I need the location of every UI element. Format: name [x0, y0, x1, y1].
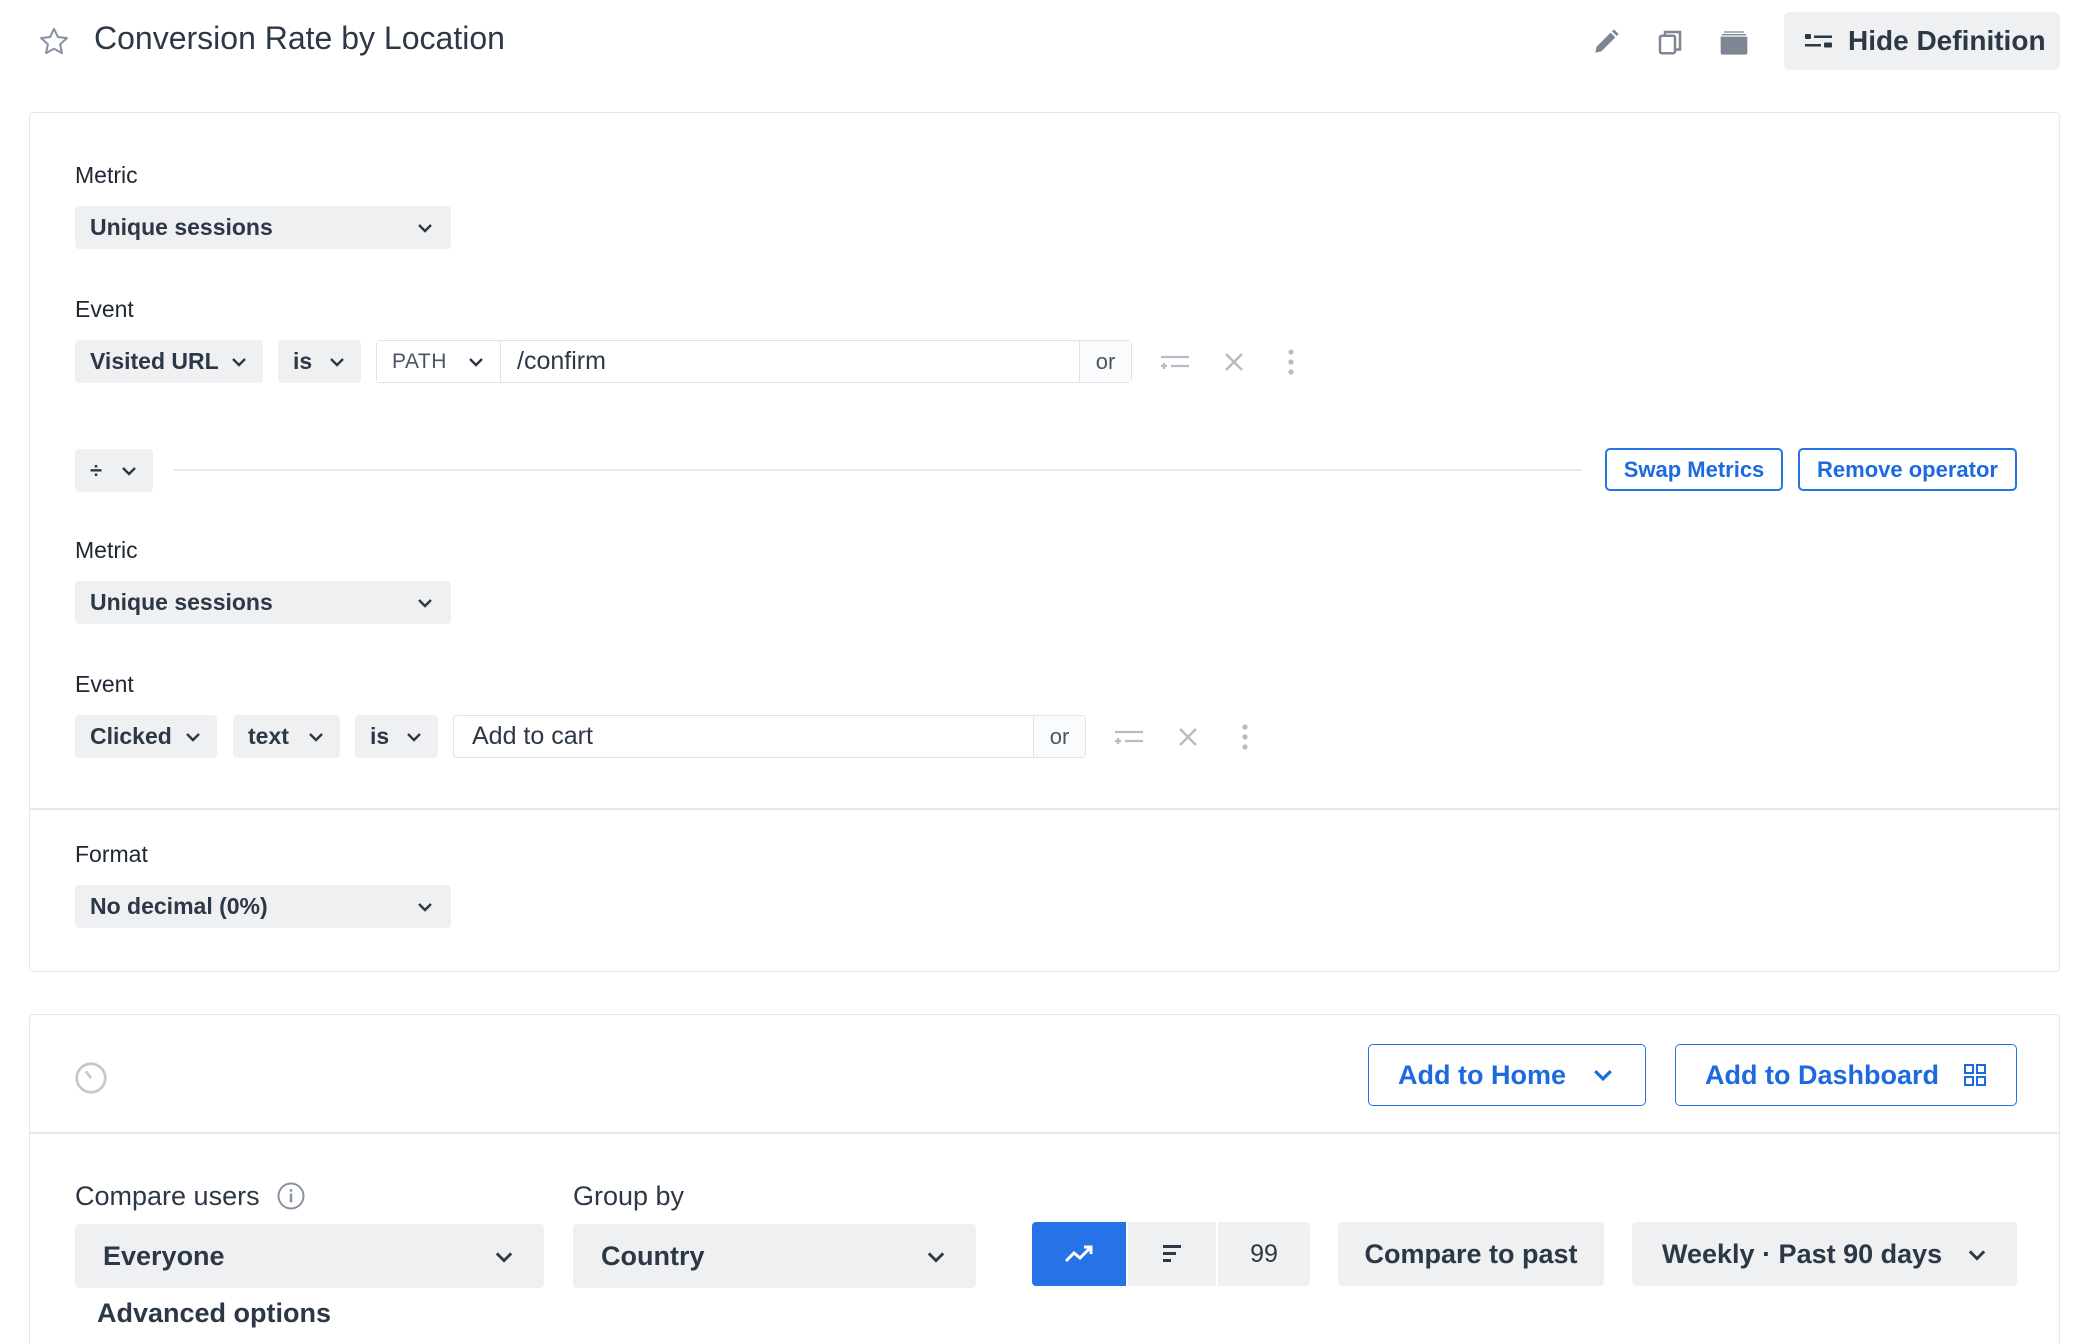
refine-icon[interactable]	[1111, 719, 1147, 755]
more-vertical-icon[interactable]	[1227, 719, 1263, 755]
url-condition-input-group: PATH /confirm or	[376, 340, 1132, 383]
line-chart-icon	[1064, 1245, 1093, 1263]
time-range-value: Weekly · Past 90 days	[1662, 1238, 1943, 1269]
clock-icon[interactable]	[73, 1060, 109, 1096]
refine-icon[interactable]	[1157, 344, 1193, 380]
chevron-down-icon	[407, 733, 421, 742]
attribute-value: text	[248, 723, 289, 749]
compare-users-select[interactable]: Everyone	[75, 1224, 544, 1288]
chevron-down-icon	[469, 358, 483, 367]
compare-users-label: Compare users	[75, 1181, 260, 1211]
group-by-value: Country	[601, 1240, 705, 1271]
format-label: Format	[75, 841, 148, 867]
url-value-input[interactable]: /confirm	[501, 341, 1079, 382]
pencil-icon[interactable]	[1586, 22, 1626, 62]
chevron-down-icon	[495, 1252, 513, 1263]
event-label: Event	[75, 296, 134, 322]
bar-chart-toggle[interactable]	[1128, 1222, 1216, 1286]
remove-operator-button[interactable]: Remove operator	[1798, 448, 2017, 491]
close-icon[interactable]	[1216, 344, 1252, 380]
chevron-down-icon	[1968, 1250, 1986, 1261]
compare-users-value: Everyone	[103, 1240, 225, 1271]
advanced-options-link[interactable]: Advanced options	[97, 1298, 331, 1329]
bar-chart-icon	[1163, 1245, 1181, 1262]
metric-value: Unique sessions	[90, 589, 273, 615]
chevron-down-icon	[122, 467, 136, 476]
metric-value: Unique sessions	[90, 214, 273, 240]
text-value-input[interactable]: Add to cart	[454, 716, 1033, 757]
compare-to-past-button[interactable]: Compare to past	[1338, 1222, 1604, 1286]
info-icon[interactable]	[276, 1181, 306, 1211]
numerator-metric-select[interactable]: Unique sessions	[75, 206, 451, 249]
denominator-metric-select[interactable]: Unique sessions	[75, 581, 451, 624]
operator-divider	[174, 469, 1582, 471]
group-by-select[interactable]: Country	[573, 1224, 976, 1288]
event-type-select[interactable]: Clicked	[75, 715, 217, 758]
chevron-down-icon	[186, 733, 200, 742]
group-by-label: Group by	[573, 1181, 685, 1211]
math-operator-value: ÷	[90, 457, 103, 483]
url-part-value: PATH	[392, 349, 447, 373]
swap-metrics-button[interactable]: Swap Metrics	[1605, 448, 1783, 491]
math-operator-select[interactable]: ÷	[75, 449, 153, 492]
line-chart-toggle[interactable]	[1032, 1222, 1126, 1286]
metric-label: Metric	[75, 162, 138, 188]
chevron-down-icon	[232, 358, 246, 367]
add-to-home-button[interactable]: Add to Home	[1368, 1044, 1646, 1106]
folder-icon[interactable]	[1714, 22, 1754, 62]
event-type-value: Visited URL	[90, 348, 219, 374]
page-title: Conversion Rate by Location	[94, 20, 505, 56]
chevron-down-icon	[418, 903, 432, 912]
or-button[interactable]: or	[1033, 716, 1085, 757]
url-part-select[interactable]: PATH	[377, 341, 501, 382]
add-to-dashboard-button[interactable]: Add to Dashboard	[1675, 1044, 2017, 1106]
chevron-down-icon	[418, 224, 432, 233]
event-type-value: Clicked	[90, 723, 172, 749]
more-vertical-icon[interactable]	[1273, 344, 1309, 380]
format-select[interactable]: No decimal (0%)	[75, 885, 451, 928]
copy-icon[interactable]	[1650, 22, 1690, 62]
attribute-select[interactable]: text	[233, 715, 340, 758]
operator-value: is	[370, 723, 390, 749]
text-condition-input-group: Add to cart or	[453, 715, 1086, 758]
dashboard-grid-icon	[1964, 1064, 1986, 1086]
operator-select[interactable]: is	[355, 715, 438, 758]
or-button[interactable]: or	[1079, 341, 1131, 382]
add-to-home-label: Add to Home	[1398, 1059, 1566, 1090]
hide-definition-label: Hide Definition	[1848, 25, 2046, 56]
metric-label: Metric	[75, 537, 138, 563]
operator-select[interactable]: is	[278, 340, 361, 383]
hide-definition-button[interactable]: Hide Definition	[1784, 12, 2060, 70]
add-to-dashboard-label: Add to Dashboard	[1705, 1059, 1939, 1090]
chevron-down-icon	[927, 1252, 945, 1263]
close-icon[interactable]	[1170, 719, 1206, 755]
event-label: Event	[75, 671, 134, 697]
event-type-select[interactable]: Visited URL	[75, 340, 263, 383]
limit-count[interactable]: 99	[1218, 1222, 1310, 1286]
format-value: No decimal (0%)	[90, 893, 268, 919]
chevron-down-icon	[330, 358, 344, 367]
format-divider	[29, 808, 2060, 810]
favorite-star-icon[interactable]	[36, 24, 72, 60]
chevron-down-icon	[1594, 1069, 1612, 1082]
results-divider	[29, 1132, 2060, 1134]
chevron-down-icon	[309, 733, 323, 742]
toggle-definition-icon	[1805, 34, 1832, 48]
chevron-down-icon	[418, 599, 432, 608]
time-range-select[interactable]: Weekly · Past 90 days	[1632, 1222, 2017, 1286]
operator-value: is	[293, 348, 313, 374]
